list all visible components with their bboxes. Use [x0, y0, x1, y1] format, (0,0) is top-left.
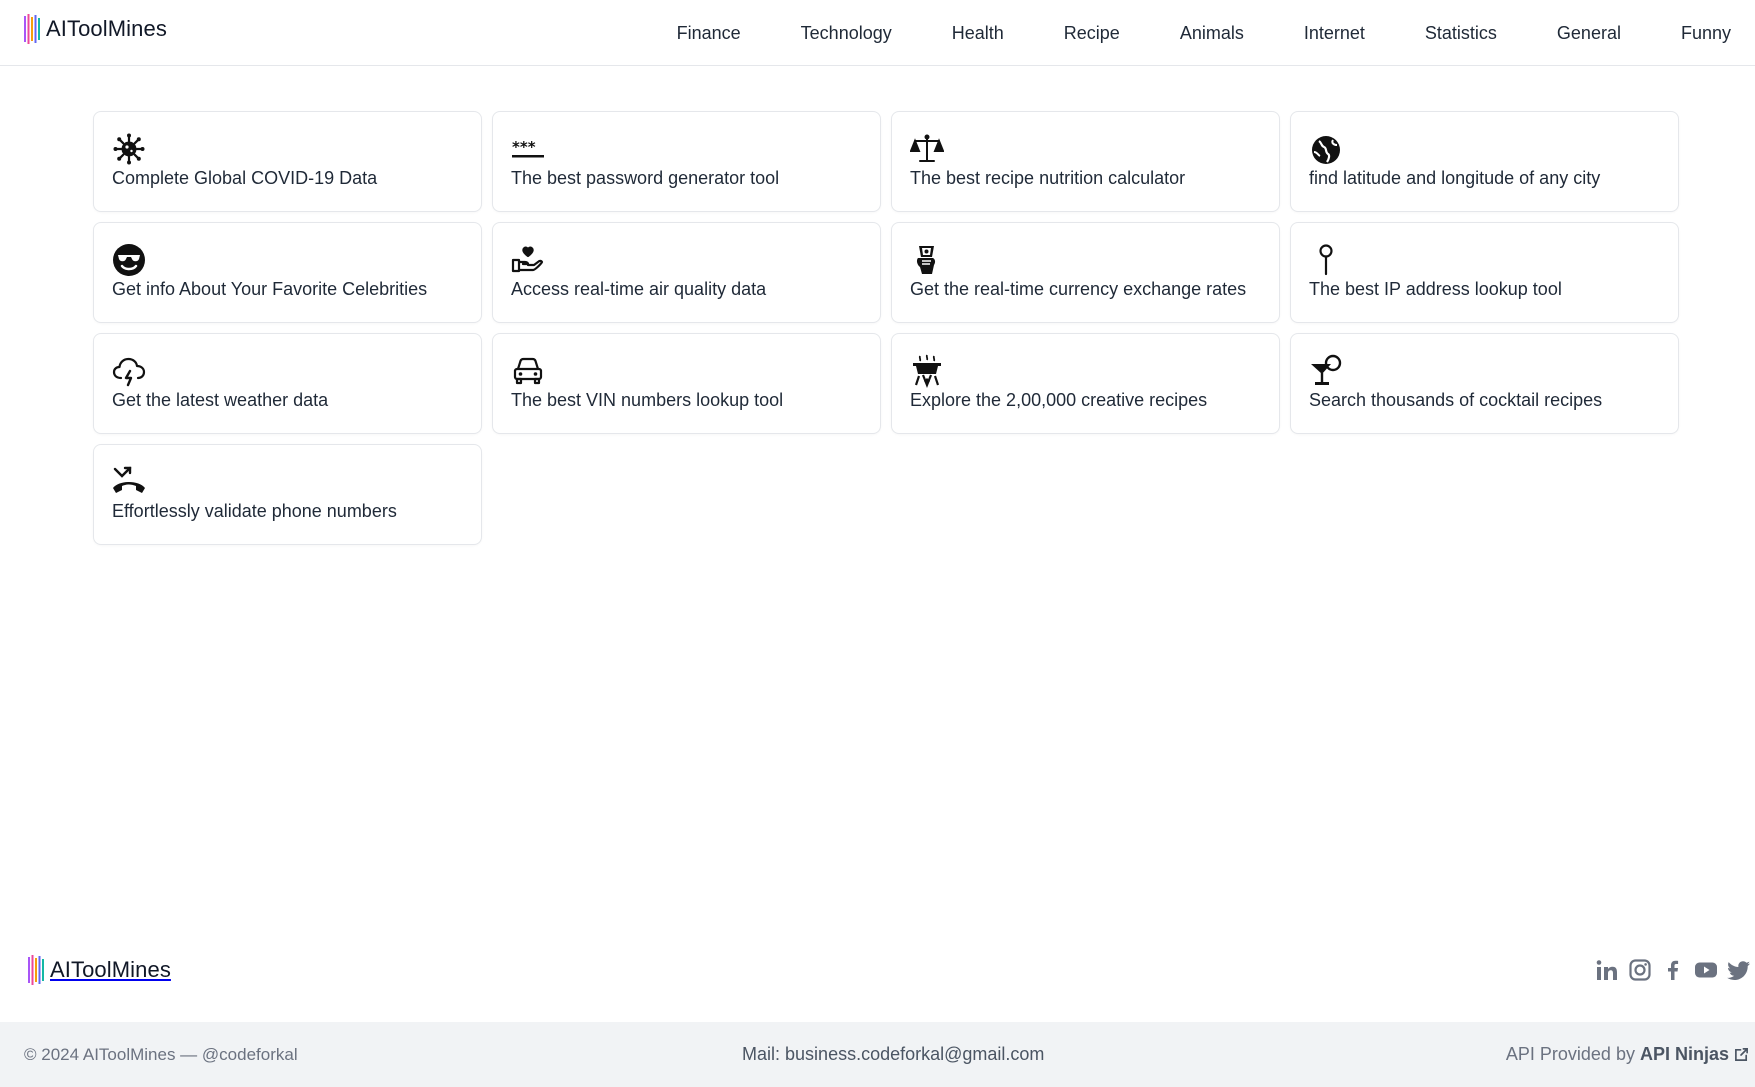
globe-icon	[1309, 132, 1343, 166]
cocktail-icon	[1309, 354, 1343, 388]
card-currency-rates[interactable]: Get the real-time currency exchange rate…	[891, 222, 1280, 323]
car-icon	[511, 354, 545, 388]
nav-statistics[interactable]: Statistics	[1425, 23, 1497, 44]
api-credit: API Provided by API Ninjas	[1506, 1044, 1749, 1065]
sunglasses-face-icon	[112, 243, 146, 277]
mail-label: Mail:	[742, 1044, 781, 1064]
tools-grid: Complete Global COVID-19 Data *** The be…	[93, 111, 1680, 545]
card-title: The best IP address lookup tool	[1309, 279, 1562, 299]
card-city-coordinates[interactable]: find latitude and longitude of any city	[1290, 111, 1679, 212]
nav-recipe[interactable]: Recipe	[1064, 23, 1120, 44]
external-link-icon	[1735, 1048, 1748, 1061]
nav-finance[interactable]: Finance	[677, 23, 741, 44]
card-title: Explore the 2,00,000 creative recipes	[910, 390, 1208, 410]
card-covid-data[interactable]: Complete Global COVID-19 Data	[93, 111, 482, 212]
card-nutrition-calculator[interactable]: The best recipe nutrition calculator	[891, 111, 1280, 212]
youtube-icon[interactable]	[1694, 958, 1718, 982]
card-title: Get info About Your Favorite Celebrities	[112, 279, 428, 299]
instagram-icon[interactable]	[1628, 958, 1652, 982]
mail-link[interactable]: business.codeforkal@gmail.com	[785, 1044, 1044, 1064]
card-cocktail-recipes[interactable]: Search thousands of cocktail recipes	[1290, 333, 1679, 434]
brand-logo-link[interactable]: AIToolMines	[24, 14, 167, 44]
card-title: Search thousands of cocktail recipes	[1309, 390, 1603, 410]
facebook-icon[interactable]	[1661, 958, 1685, 982]
card-phone-validation[interactable]: Effortlessly validate phone numbers	[93, 444, 482, 545]
linkedin-icon[interactable]	[1595, 958, 1619, 982]
card-title: Access real-time air quality data	[511, 279, 767, 299]
scale-icon	[910, 132, 944, 166]
card-title: Get the latest weather data	[112, 390, 329, 410]
money-hand-icon	[910, 243, 944, 277]
card-password-generator[interactable]: *** The best password generator tool	[492, 111, 881, 212]
nav-health[interactable]: Health	[952, 23, 1004, 44]
footer-top: AIToolMines	[0, 946, 1755, 1022]
virus-icon	[112, 132, 146, 166]
api-ninjas-link[interactable]: API Ninjas	[1640, 1044, 1729, 1065]
brand-logo-icon	[24, 14, 40, 44]
footer-brand-name: AIToolMines	[50, 957, 171, 982]
phone-missed-icon	[112, 465, 146, 499]
card-celebrities[interactable]: Get info About Your Favorite Celebrities	[93, 222, 482, 323]
mail-contact: Mail: business.codeforkal@gmail.com	[742, 1044, 1044, 1065]
brand-logo-icon	[28, 955, 44, 985]
footer-bottom: © 2024 AIToolMines — @codeforkal Mail: b…	[0, 1022, 1755, 1087]
nav-funny[interactable]: Funny	[1681, 23, 1731, 44]
map-pin-icon	[1309, 243, 1343, 277]
copyright-text: © 2024 AIToolMines —	[24, 1045, 198, 1064]
card-title: Get the real-time currency exchange rate…	[910, 279, 1247, 299]
api-credit-text: API Provided by	[1505, 1044, 1635, 1064]
cloud-lightning-icon	[112, 354, 146, 388]
card-title: Complete Global COVID-19 Data	[112, 168, 378, 188]
hand-heart-icon	[511, 243, 545, 277]
card-title: The best recipe nutrition calculator	[910, 168, 1186, 188]
nav-general[interactable]: General	[1557, 23, 1621, 44]
password-icon: ***	[511, 132, 545, 166]
card-vin-lookup[interactable]: The best VIN numbers lookup tool	[492, 333, 881, 434]
copyright: © 2024 AIToolMines — @codeforkal	[24, 1045, 298, 1065]
card-ip-lookup[interactable]: The best IP address lookup tool	[1290, 222, 1679, 323]
card-title: Effortlessly validate phone numbers	[112, 501, 397, 521]
nav-internet[interactable]: Internet	[1304, 23, 1365, 44]
codeforkal-link[interactable]: @codeforkal	[202, 1045, 298, 1064]
nav-animals[interactable]: Animals	[1180, 23, 1244, 44]
card-air-quality[interactable]: Access real-time air quality data	[492, 222, 881, 323]
cooking-pot-icon	[910, 354, 944, 388]
social-links	[1586, 958, 1751, 982]
site-header: AIToolMines Finance Technology Health Re…	[0, 0, 1755, 66]
twitter-icon[interactable]	[1727, 958, 1751, 982]
card-title: find latitude and longitude of any city	[1309, 168, 1601, 188]
footer-brand-link[interactable]: AIToolMines	[28, 955, 171, 985]
main-nav: Finance Technology Health Recipe Animals…	[677, 0, 1731, 66]
card-title: The best password generator tool	[511, 168, 780, 188]
nav-technology[interactable]: Technology	[801, 23, 892, 44]
svg-text:***: ***	[512, 138, 536, 156]
card-weather[interactable]: Get the latest weather data	[93, 333, 482, 434]
card-title: The best VIN numbers lookup tool	[511, 390, 784, 410]
brand-name: AIToolMines	[46, 16, 167, 41]
card-creative-recipes[interactable]: Explore the 2,00,000 creative recipes	[891, 333, 1280, 434]
